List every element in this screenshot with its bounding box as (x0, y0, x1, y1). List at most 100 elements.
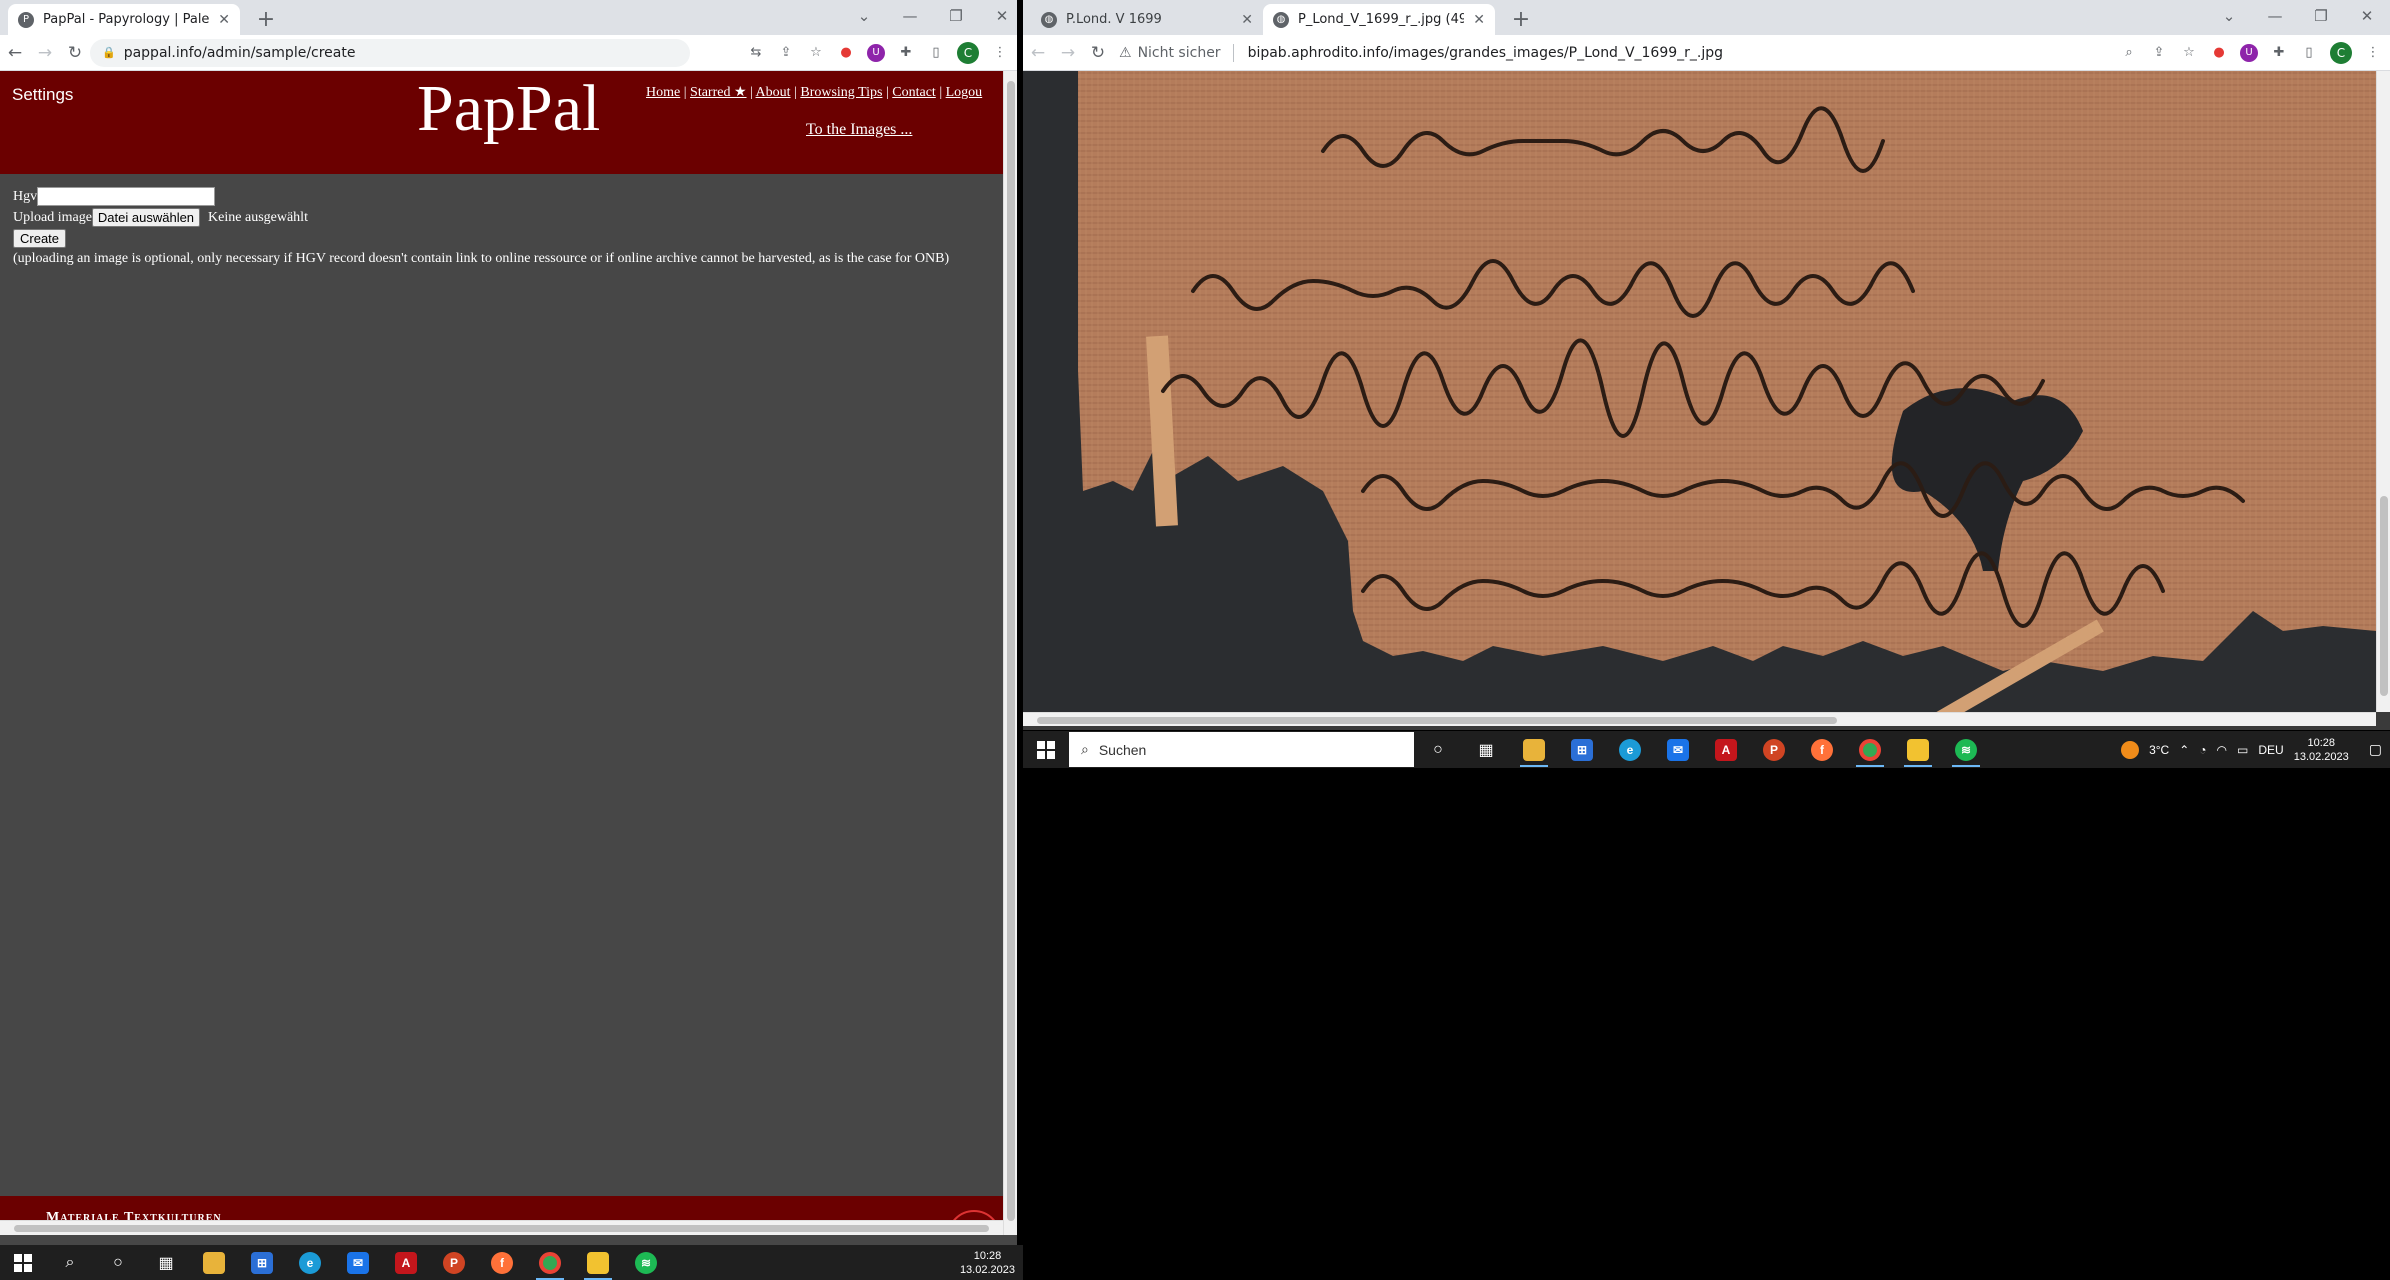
new-tab-button[interactable]: + (1507, 5, 1535, 33)
spotify-icon[interactable]: ≋ (1942, 732, 1990, 767)
close-tab-icon[interactable]: ✕ (218, 12, 230, 28)
file-explorer-icon[interactable] (1510, 732, 1558, 767)
minimize-icon[interactable]: — (887, 7, 933, 25)
vertical-scrollbar[interactable] (1003, 71, 1017, 1235)
menu-kebab-icon[interactable]: ⋮ (991, 44, 1009, 62)
acrobat-icon[interactable]: A (382, 1245, 430, 1280)
horizontal-scroll-thumb[interactable] (14, 1225, 989, 1232)
left-clock[interactable]: 10:28 13.02.2023 (960, 1249, 1015, 1277)
weather-temp[interactable]: 3°C (2149, 743, 2169, 757)
pappal-logo[interactable]: PapPal (417, 71, 600, 147)
notes-icon[interactable] (1894, 732, 1942, 767)
reload-icon[interactable]: ↻ (1083, 43, 1113, 63)
language-indicator[interactable]: DEU (2258, 743, 2283, 757)
forward-icon[interactable]: → (30, 43, 60, 63)
nav-browsing-tips[interactable]: Browsing Tips (800, 85, 882, 100)
battery-icon[interactable]: ▭ (2237, 743, 2248, 757)
weather-icon[interactable] (2121, 740, 2140, 759)
bookmark-star-icon[interactable]: ☆ (2180, 44, 2198, 62)
close-tab-icon[interactable]: ✕ (1241, 12, 1253, 28)
acrobat-icon[interactable]: A (1702, 732, 1750, 767)
taskbar-search[interactable]: ⌕ Suchen (1069, 732, 1414, 767)
create-button[interactable]: Create (13, 229, 67, 248)
nav-about[interactable]: About (756, 85, 791, 100)
right-clock[interactable]: 10:28 13.02.2023 (2294, 736, 2349, 764)
profile-avatar-icon[interactable]: C (957, 41, 979, 64)
bookmark-star-icon[interactable]: ☆ (807, 44, 825, 62)
task-view-icon[interactable]: ▦ (1462, 732, 1510, 767)
address-bar[interactable]: ⚠ Nicht sicher bipab.aphrodito.info/imag… (1113, 39, 1729, 67)
start-button[interactable] (0, 1253, 46, 1272)
tab-image[interactable]: ◍ P_Lond_V_1699_r_.jpg (4902×43 ✕ (1263, 4, 1495, 35)
security-indicator[interactable]: ⚠ Nicht sicher (1119, 43, 1240, 62)
extensions-puzzle-icon[interactable]: ✚ (897, 44, 915, 62)
nav-home[interactable]: Home (646, 85, 680, 100)
zoom-icon[interactable]: ⌕ (2120, 44, 2138, 62)
extension-red-icon[interactable]: ● (837, 44, 855, 62)
sidepanel-icon[interactable]: ▯ (2300, 44, 2318, 62)
close-icon[interactable]: ✕ (979, 7, 1017, 25)
file-explorer-icon[interactable] (190, 1245, 238, 1280)
share-icon[interactable]: ⇪ (2150, 44, 2168, 62)
menu-kebab-icon[interactable]: ⋮ (2364, 44, 2382, 62)
share-icon[interactable]: ⇪ (777, 44, 795, 62)
horizontal-scrollbar[interactable] (0, 1220, 1003, 1235)
horizontal-scrollbar[interactable] (1023, 712, 2376, 726)
tab-plond[interactable]: ◍ P.Lond. V 1699 ✕ (1031, 4, 1263, 35)
notes-icon[interactable] (574, 1245, 622, 1280)
nav-starred[interactable]: Starred ★ (690, 85, 746, 100)
to-the-images-link[interactable]: To the Images ... (806, 121, 912, 139)
new-tab-button[interactable]: + (252, 5, 280, 33)
edge-icon[interactable]: e (1606, 732, 1654, 767)
mail-icon[interactable]: ✉ (1654, 732, 1702, 767)
start-button[interactable] (1023, 740, 1069, 759)
network-icon[interactable]: ◔ (2199, 743, 2206, 757)
address-bar[interactable]: 🔒 pappal.info/admin/sample/create (90, 38, 690, 67)
firefox-icon[interactable]: f (1798, 732, 1846, 767)
store-icon[interactable]: ⊞ (238, 1245, 286, 1280)
sidepanel-icon[interactable]: ▯ (927, 44, 945, 62)
vertical-scrollbar[interactable] (2376, 71, 2390, 712)
vertical-scroll-thumb[interactable] (1007, 81, 1015, 1221)
edge-icon[interactable]: e (286, 1245, 334, 1280)
extension-purple-icon[interactable]: U (2240, 43, 2258, 62)
extension-purple-icon[interactable]: U (867, 43, 885, 62)
chevron-up-icon[interactable]: ⌃ (2179, 743, 2189, 757)
task-view-icon[interactable]: ▦ (142, 1245, 190, 1280)
forward-icon[interactable]: → (1053, 43, 1083, 63)
chevron-down-icon[interactable]: ⌄ (2206, 7, 2252, 25)
wifi-icon[interactable]: ◠ (2217, 743, 2227, 757)
notification-icon[interactable]: ▢ (2369, 741, 2382, 758)
cortana-icon[interactable]: ○ (94, 1245, 142, 1280)
nav-logout[interactable]: Logou (946, 85, 983, 100)
powerpoint-icon[interactable]: P (430, 1245, 478, 1280)
mail-icon[interactable]: ✉ (334, 1245, 382, 1280)
close-icon[interactable]: ✕ (2344, 7, 2390, 25)
back-icon[interactable]: ← (0, 43, 30, 63)
store-icon[interactable]: ⊞ (1558, 732, 1606, 767)
choose-file-button[interactable]: Datei auswählen (91, 208, 201, 227)
search-icon[interactable]: ⌕ (46, 1245, 94, 1280)
translate-icon[interactable]: ⇆ (747, 44, 765, 62)
vertical-scroll-thumb[interactable] (2380, 496, 2388, 696)
firefox-icon[interactable]: f (478, 1245, 526, 1280)
hgv-input[interactable] (37, 187, 216, 206)
restore-icon[interactable]: ❐ (933, 7, 979, 25)
extensions-puzzle-icon[interactable]: ✚ (2270, 44, 2288, 62)
tab-pappal[interactable]: P PapPal - Papyrology | Paleograph ✕ (8, 4, 240, 35)
spotify-icon[interactable]: ≋ (622, 1245, 670, 1280)
nav-contact[interactable]: Contact (892, 85, 936, 100)
settings-link[interactable]: Settings (12, 85, 73, 105)
minimize-icon[interactable]: — (2252, 7, 2298, 25)
chevron-down-icon[interactable]: ⌄ (841, 7, 887, 25)
chrome-icon[interactable] (1846, 732, 1894, 767)
close-tab-icon[interactable]: ✕ (1473, 12, 1485, 28)
back-icon[interactable]: ← (1023, 43, 1053, 63)
chrome-icon[interactable] (526, 1245, 574, 1280)
powerpoint-icon[interactable]: P (1750, 732, 1798, 767)
horizontal-scroll-thumb[interactable] (1037, 717, 1837, 724)
extension-red-icon[interactable]: ● (2210, 44, 2228, 62)
restore-icon[interactable]: ❐ (2298, 7, 2344, 25)
profile-avatar-icon[interactable]: C (2330, 41, 2352, 64)
reload-icon[interactable]: ↻ (60, 43, 90, 63)
